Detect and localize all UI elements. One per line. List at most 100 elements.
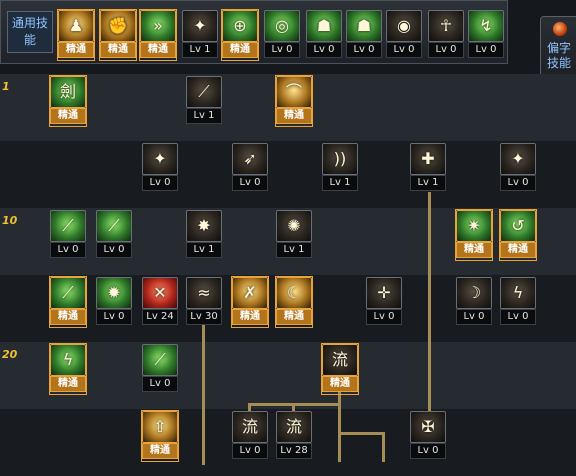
figure-alt-icon[interactable]: ☗ [346, 10, 382, 42]
lightning-blade-icon[interactable]: ϟ [50, 344, 86, 376]
skill-level-label: Lv 1 [322, 175, 358, 191]
tree-skill-r4-c[interactable]: ✕ Lv 24 [142, 277, 178, 327]
blade-alt-icon[interactable]: ⟋ [96, 210, 132, 242]
energy-blade-icon[interactable]: ✷ [456, 210, 492, 242]
kick-icon[interactable]: ↯ [468, 10, 504, 42]
tree-skill-r3-b[interactable]: ⟋ Lv 0 [96, 210, 132, 260]
tree-skill-r2-e[interactable]: ✦ Lv 0 [500, 143, 536, 193]
fist-icon[interactable]: ✊ [100, 10, 136, 42]
arc-slash-icon[interactable]: ⌒ [276, 76, 312, 108]
flow-moon-icon[interactable]: 流 [276, 411, 312, 443]
tree-skill-r2-b[interactable]: ➶ Lv 0 [232, 143, 268, 193]
meditate-icon[interactable]: ☥ [428, 10, 464, 42]
common-skill-9[interactable]: ◉ Lv 0 [386, 10, 422, 60]
tree-skill-r3-d[interactable]: ✺ Lv 1 [276, 210, 312, 260]
sword-grid-icon[interactable]: 劍 [50, 76, 86, 108]
tree-skill-r4-i[interactable]: ϟ Lv 0 [500, 277, 536, 327]
cross-star-icon[interactable]: ✛ [366, 277, 402, 309]
common-skill-11[interactable]: ↯ Lv 0 [468, 10, 504, 60]
common-skill-7[interactable]: ☗ Lv 0 [306, 10, 342, 60]
wings-icon[interactable]: ✦ [142, 143, 178, 175]
tree-skill-r2-d[interactable]: ✚ Lv 1 [410, 143, 446, 193]
skill-level-label: Lv 1 [182, 42, 218, 58]
shield-icon[interactable]: ✚ [410, 143, 446, 175]
common-skill-3[interactable]: » 精通 [139, 9, 177, 61]
figure-icon[interactable]: ☗ [306, 10, 342, 42]
tree-skill-r4-f[interactable]: ☾ 精通 [275, 276, 313, 328]
skill-level-label: Lv 0 [232, 443, 268, 459]
twin-blade-icon[interactable]: ⟋ [142, 344, 178, 376]
skill-glyph: ☽ [466, 283, 482, 302]
skill-level-label: Lv 0 [50, 242, 86, 258]
lightning-icon[interactable]: ϟ [500, 277, 536, 309]
common-skill-6[interactable]: ◎ Lv 0 [264, 10, 300, 60]
tree-skill-r1-b[interactable]: ⟋ Lv 1 [186, 76, 222, 126]
runner-icon[interactable]: ♟ [58, 10, 94, 42]
skill-level-label: 精通 [140, 42, 176, 58]
tree-skill-r5-b[interactable]: ⟋ Lv 0 [142, 344, 178, 394]
greatsword-icon[interactable]: ⟋ [50, 277, 86, 309]
skill-glyph: 流 [285, 417, 302, 436]
crosshair-icon[interactable]: ⊕ [222, 10, 258, 42]
skill-level-label: Lv 0 [386, 42, 422, 58]
tree-skill-r6-c[interactable]: 流 Lv 28 [276, 411, 312, 461]
tree-skill-r2-a[interactable]: ✦ Lv 0 [142, 143, 178, 193]
arrow-icon[interactable]: ➶ [232, 143, 268, 175]
tree-skill-r4-e[interactable]: ✗ 精通 [231, 276, 269, 328]
draw-icon[interactable]: ☾ [276, 277, 312, 309]
tree-skill-r1-a[interactable]: 劍精通 [49, 75, 87, 127]
skill-level-label: Lv 0 [428, 42, 464, 58]
tree-skill-r3-a[interactable]: ⟋ Lv 0 [50, 210, 86, 260]
common-skill-10[interactable]: ☥ Lv 0 [428, 10, 464, 60]
tree-skill-r5-c[interactable]: 流精通 [321, 343, 359, 395]
skill-level-label: 精通 [100, 42, 136, 58]
tree-skill-r6-b[interactable]: 流 Lv 0 [232, 411, 268, 461]
tree-skill-r2-c[interactable]: )) Lv 1 [322, 143, 358, 193]
slash-icon[interactable]: ⟋ [186, 76, 222, 108]
flow-wing-icon[interactable]: 流 [232, 411, 268, 443]
skill-level-label: Lv 1 [410, 175, 446, 191]
target-icon[interactable]: ◎ [264, 10, 300, 42]
shockwave-icon[interactable]: )) [322, 143, 358, 175]
sword-burst-icon[interactable]: ✠ [410, 411, 446, 443]
tree-skill-r6-d[interactable]: ✠ Lv 0 [410, 411, 446, 461]
triple-wings-icon[interactable]: ✦ [500, 143, 536, 175]
whirl-icon[interactable]: ≈ [186, 277, 222, 309]
skill-glyph: ◉ [397, 16, 411, 35]
skill-glyph: ϟ [62, 350, 74, 369]
strike-icon[interactable]: ✗ [232, 277, 268, 309]
swoosh-icon[interactable]: ↺ [500, 210, 536, 242]
flame-icon[interactable]: ✸ [186, 210, 222, 242]
crescent-icon[interactable]: ☽ [456, 277, 492, 309]
skill-glyph: ⟋ [62, 216, 74, 235]
skill-glyph: 流 [331, 350, 348, 369]
rising-icon[interactable]: ⇧ [142, 411, 178, 443]
tree-skill-r3-c[interactable]: ✸ Lv 1 [186, 210, 222, 260]
common-skill-1[interactable]: ♟ 精通 [57, 9, 95, 61]
dash-icon[interactable]: » [140, 10, 176, 42]
blood-slash-icon[interactable]: ✕ [142, 277, 178, 309]
skill-glyph: ✺ [287, 216, 301, 235]
common-skill-2[interactable]: ✊ 精通 [99, 9, 137, 61]
tree-skill-r4-h[interactable]: ☽ Lv 0 [456, 277, 492, 327]
tree-skill-r4-b[interactable]: ✹ Lv 0 [96, 277, 132, 327]
common-skill-5[interactable]: ⊕ 精通 [221, 9, 259, 61]
tree-skill-r6-a[interactable]: ⇧ 精通 [141, 410, 179, 462]
tree-skill-r1-c[interactable]: ⌒ 精通 [275, 75, 313, 127]
burst-icon[interactable]: ✹ [96, 277, 132, 309]
flow-glyph-icon[interactable]: 流 [322, 344, 358, 376]
tree-skill-r4-a[interactable]: ⟋ 精通 [49, 276, 87, 328]
spiral-icon[interactable]: ✺ [276, 210, 312, 242]
tree-skill-r4-d[interactable]: ≈ Lv 30 [186, 277, 222, 327]
skill-level-label: Lv 0 [142, 175, 178, 191]
eye-icon[interactable]: ◉ [386, 10, 422, 42]
blade-icon[interactable]: ⟋ [50, 210, 86, 242]
tree-skill-r3-e[interactable]: ✷ 精通 [455, 209, 493, 261]
tree-skill-r5-a[interactable]: ϟ 精通 [49, 343, 87, 395]
tree-skill-r4-g[interactable]: ✛ Lv 0 [366, 277, 402, 327]
common-skill-8[interactable]: ☗ Lv 0 [346, 10, 382, 60]
wings-icon[interactable]: ✦ [182, 10, 218, 42]
common-skill-4[interactable]: ✦ Lv 1 [182, 10, 218, 60]
tree-skill-r3-f[interactable]: ↺ 精通 [499, 209, 537, 261]
level-marker-1: 1 [2, 80, 10, 93]
